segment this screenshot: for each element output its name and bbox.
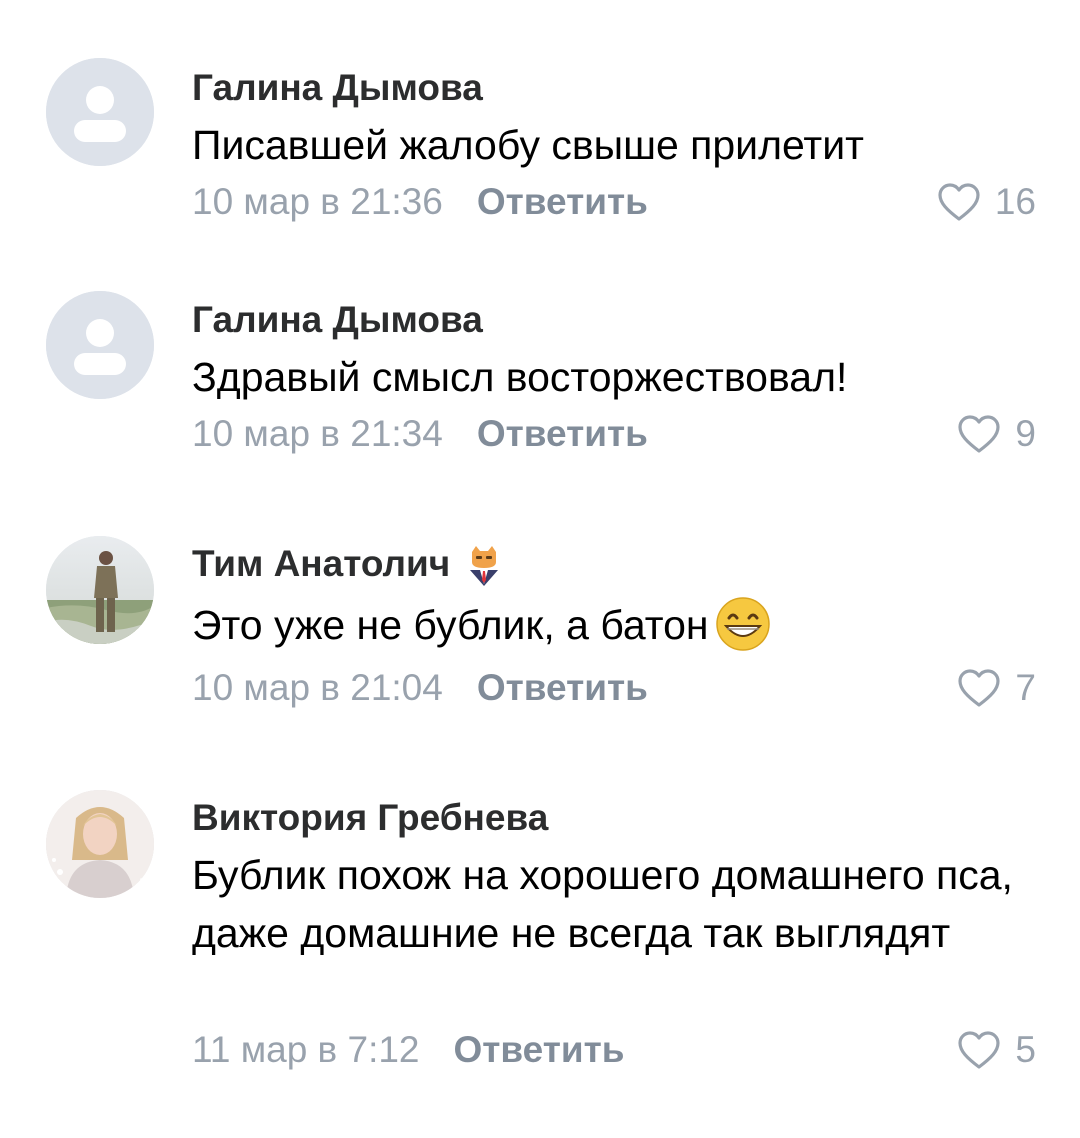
comment-text: Это уже не бублик, а батон: [192, 596, 1042, 654]
heart-outline-icon: [958, 669, 1001, 707]
user-photo: [46, 536, 154, 644]
comment-text: Здравый смысл восторжествовал!: [192, 354, 848, 400]
comment-meta: 10 мар в 21:34 Ответить: [192, 412, 648, 456]
avatar[interactable]: [46, 58, 154, 166]
comment-text-content: Это уже не бублик, а батон: [192, 602, 709, 648]
comment-text: Бублик похож на хорошего домашнего пса, …: [192, 852, 1013, 956]
comment-date: 11 мар в 7:12: [192, 1029, 420, 1070]
reply-button[interactable]: Ответить: [477, 413, 648, 454]
comment-text: Писавшей жалобу свыше прилетит: [192, 122, 864, 168]
like-count: 16: [994, 181, 1036, 222]
like-count: 7: [1015, 667, 1036, 708]
grinning-face-emoji: [715, 597, 770, 651]
heart-outline-icon: [938, 183, 980, 221]
cat-in-suit-badge-icon: [470, 546, 499, 587]
comment-author[interactable]: Галина Дымова: [192, 66, 483, 110]
comment-author[interactable]: Виктория Гребнева: [192, 796, 548, 840]
comment-meta: 11 мар в 7:12 Ответить: [192, 1028, 625, 1072]
like-button[interactable]: 9: [957, 412, 1036, 456]
comment-date: 10 мар в 21:04: [192, 667, 443, 708]
default-user-icon: [46, 58, 154, 166]
comment-date: 10 мар в 21:34: [192, 413, 443, 454]
like-button[interactable]: 16: [937, 180, 1036, 224]
comment-author[interactable]: Тим Анатолич: [192, 542, 504, 588]
like-count: 9: [1015, 413, 1036, 454]
author-name[interactable]: Тим Анатолич: [192, 543, 450, 584]
user-photo: [46, 790, 154, 898]
comment-date: 10 мар в 21:36: [192, 181, 443, 222]
like-button[interactable]: 7: [957, 666, 1036, 710]
reply-button[interactable]: Ответить: [477, 667, 648, 708]
like-button[interactable]: 5: [957, 1028, 1036, 1072]
reply-button[interactable]: Ответить: [477, 181, 648, 222]
avatar[interactable]: [46, 536, 154, 644]
default-user-icon: [46, 291, 154, 399]
comment-meta: 10 мар в 21:36 Ответить: [192, 180, 648, 224]
like-count: 5: [1015, 1029, 1036, 1070]
comment-author[interactable]: Галина Дымова: [192, 298, 483, 342]
avatar[interactable]: [46, 291, 154, 399]
comment-meta: 10 мар в 21:04 Ответить: [192, 666, 648, 710]
avatar[interactable]: [46, 790, 154, 898]
heart-outline-icon: [958, 415, 1001, 453]
heart-outline-icon: [958, 1031, 1001, 1069]
reply-button[interactable]: Ответить: [454, 1029, 625, 1070]
